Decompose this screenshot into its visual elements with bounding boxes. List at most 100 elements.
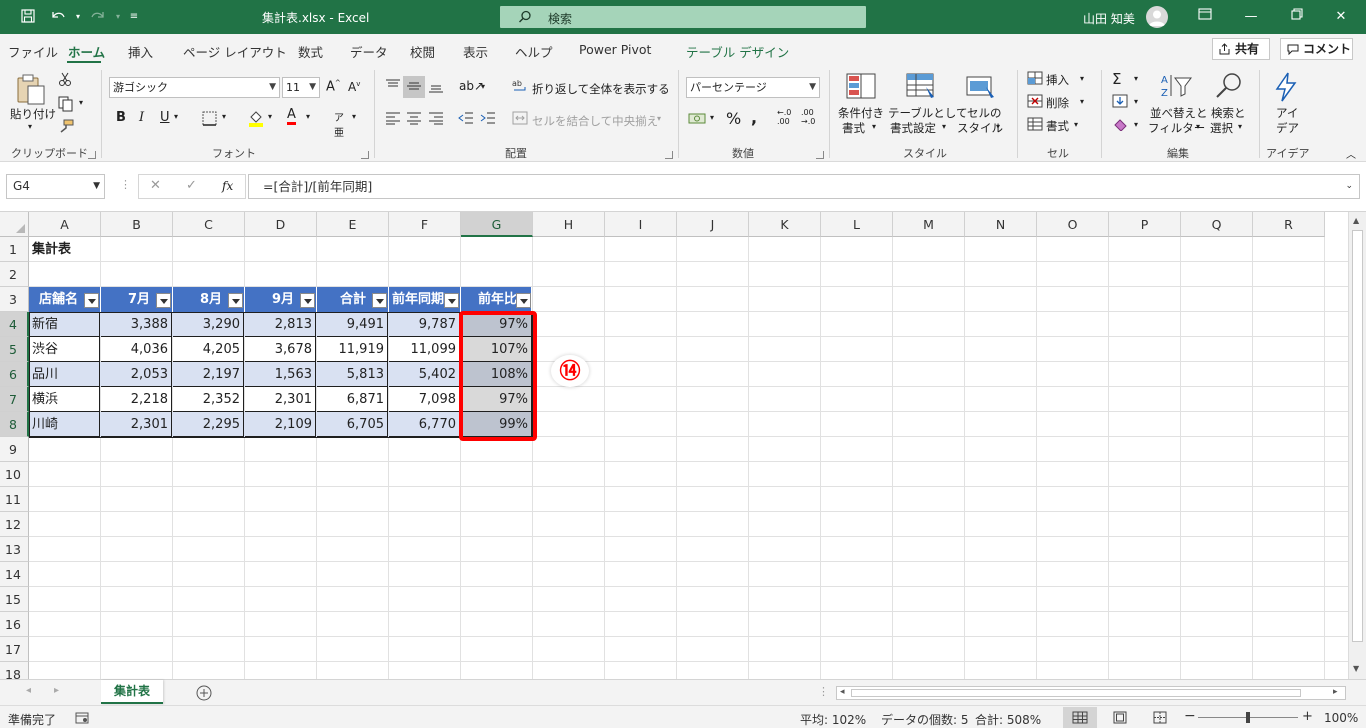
close-button[interactable]: ✕ [1326,6,1356,28]
number-format-select[interactable]: パーセンテージ ▼ [686,77,820,98]
paste-dropdown-icon[interactable]: ▾ [28,122,32,131]
table-cell[interactable]: 2,295 [173,412,244,437]
prev-sheet-icon[interactable]: ◂ [26,685,31,696]
table-cell[interactable]: 4,036 [101,337,172,362]
minimize-button[interactable]: — [1236,6,1266,28]
table-cell[interactable]: 6,770 [389,412,460,437]
filter-dropdown-icon[interactable] [228,293,243,308]
table-cell[interactable]: 3,388 [101,312,172,337]
column-header-k[interactable]: K [749,212,821,237]
save-icon[interactable] [18,8,38,26]
find-select-label-1[interactable]: 検索と [1211,105,1246,121]
cell-styles-icon[interactable] [966,73,996,99]
ideas-label-1[interactable]: アイ [1276,105,1298,121]
vertical-scrollbar[interactable]: ▲ ▼ [1348,212,1366,679]
row-header-8[interactable]: 8 [0,412,29,437]
row-header-2[interactable]: 2 [0,262,29,287]
font-color-dropdown-icon[interactable]: ▾ [306,112,310,121]
horizontal-scrollbar[interactable]: ◂ ▸ [836,686,1346,700]
clear-icon[interactable] [1112,117,1128,131]
column-header-m[interactable]: M [893,212,965,237]
expand-formula-icon[interactable]: ⌄ [1345,175,1353,198]
tab-file[interactable]: ファイル [8,42,58,61]
row-header-1[interactable]: 1 [0,237,29,262]
tab-view[interactable]: 表示 [463,42,488,61]
delete-cells-label[interactable]: 削除 [1046,95,1069,111]
column-header-f[interactable]: F [389,212,461,237]
filter-dropdown-icon[interactable] [516,293,531,308]
column-header-j[interactable]: J [677,212,749,237]
align-bottom-icon[interactable] [428,79,444,93]
column-header-q[interactable]: Q [1181,212,1253,237]
bold-icon[interactable]: B [116,110,126,125]
insert-function-icon[interactable]: fx [222,179,233,193]
macro-record-icon[interactable] [75,712,89,724]
table-cell[interactable]: 1,563 [245,362,316,387]
row-header-9[interactable]: 9 [0,437,29,462]
cut-icon[interactable] [58,72,72,86]
table-cell[interactable]: 2,301 [101,412,172,437]
table-cell[interactable]: 3,678 [245,337,316,362]
font-size-select[interactable]: 11 ▼ [282,77,320,98]
format-painter-icon[interactable] [58,119,74,133]
select-all-corner[interactable] [0,212,29,237]
filter-dropdown-icon[interactable] [156,293,171,308]
tab-home[interactable]: ホーム [68,42,105,61]
align-middle-icon[interactable] [406,79,422,93]
scroll-right-icon[interactable]: ▸ [1333,687,1338,697]
store-name-cell[interactable]: 渋谷 [29,337,100,362]
table-cell[interactable]: 5,402 [389,362,460,387]
insert-cells-icon[interactable] [1027,71,1043,85]
search-box[interactable]: 検索 [500,6,866,28]
table-cell[interactable]: 4,205 [173,337,244,362]
align-right-icon[interactable] [428,111,444,125]
chevron-down-icon[interactable]: ▾ [1238,122,1242,131]
chevron-down-icon[interactable]: ▾ [1080,74,1084,83]
tab-power-pivot[interactable]: Power Pivot [579,42,651,57]
row-header-14[interactable]: 14 [0,562,29,587]
table-cell[interactable]: 2,109 [245,412,316,437]
conditional-formatting-label-1[interactable]: 条件付き [838,105,884,121]
page-break-view-icon[interactable] [1153,711,1167,724]
row-header-12[interactable]: 12 [0,512,29,537]
format-as-table-icon[interactable] [906,73,936,99]
row-header-17[interactable]: 17 [0,637,29,662]
copy-dropdown-icon[interactable]: ▾ [79,98,83,107]
undo-dropdown-icon[interactable]: ▾ [68,8,88,26]
column-header-n[interactable]: N [965,212,1037,237]
sheet-title-cell[interactable]: 集計表 [29,237,100,262]
store-name-cell[interactable]: 新宿 [29,312,100,337]
ribbon-display-options-icon[interactable] [1190,6,1220,28]
chevron-down-icon[interactable]: ▾ [1074,120,1078,129]
table-cell[interactable]: 2,301 [245,387,316,412]
share-button[interactable]: 共有 [1212,38,1270,60]
merge-center-icon[interactable] [512,111,528,125]
borders-dropdown-icon[interactable]: ▾ [222,112,226,121]
format-as-table-label-1[interactable]: テーブルとして [888,105,967,121]
table-cell[interactable]: 2,197 [173,362,244,387]
decrease-indent-icon[interactable] [458,111,474,125]
tab-data[interactable]: データ [350,42,388,61]
row-header-6[interactable]: 6 [0,362,29,387]
accounting-dropdown-icon[interactable]: ▾ [710,113,714,122]
conditional-formatting-label-2[interactable]: 書式 [842,120,865,136]
number-launcher-icon[interactable] [816,151,824,159]
table-cell[interactable]: 9,787 [389,312,460,337]
orientation-dropdown-icon[interactable]: ▾ [481,82,485,91]
align-left-icon[interactable] [385,111,401,125]
format-cells-icon[interactable] [1027,117,1043,131]
worksheet-grid[interactable]: ABCDEFGHIJKLMNOPQR 1 2 3 4 5 6 7 8 9 10 11 12 13 14 15… [0,212,1348,679]
chevron-down-icon[interactable]: ▾ [942,122,946,131]
decrease-font-icon[interactable]: Av [348,80,360,94]
format-as-table-label-2[interactable]: 書式設定 [890,120,936,136]
fill-icon[interactable] [1112,94,1128,108]
accounting-format-icon[interactable] [688,111,706,126]
wrap-text-icon[interactable]: ab [512,79,528,93]
column-header-g[interactable]: G [461,212,533,237]
status-average[interactable]: 平均: 102% [800,711,866,728]
sort-filter-label-1[interactable]: 並べ替えと [1150,105,1208,121]
store-name-cell[interactable]: 川崎 [29,412,100,437]
paste-label[interactable]: 貼り付け [10,106,56,122]
wrap-text-label[interactable]: 折り返して全体を表示する [532,81,670,97]
tab-formulas[interactable]: 数式 [298,42,323,61]
